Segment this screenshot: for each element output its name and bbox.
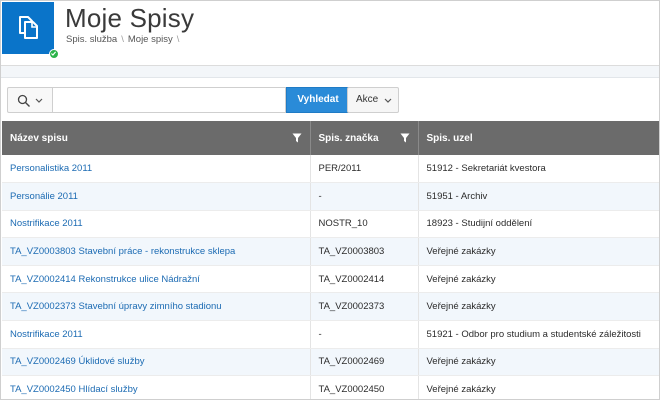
spis-name-link[interactable]: TA_VZ0003803 Stavební práce - rekonstruk… [2,237,311,266]
table-row: TA_VZ0002373 Stavební úpravy zimního sta… [2,292,659,322]
check-icon [51,51,56,56]
spis-node-cell: Veřejné zakázky [418,237,659,266]
app-window: Moje Spisy Spis. služba \ Moje spisy \ Vyhl… [0,0,660,400]
spis-node-cell: 51921 - Odbor pro studium a studentské z… [418,320,659,349]
actions-menu-button[interactable]: Akce [347,87,399,113]
spis-name-link[interactable]: TA_VZ0002373 Stavební úpravy zimního sta… [2,292,311,322]
actions-label: Akce [356,94,379,105]
search-group: Vyhledat [7,87,350,113]
report-table: Název spisu Spis. značka Spis. uzel Pers… [2,121,659,399]
report-toolbar: Vyhledat Akce [1,79,659,121]
spis-name-link[interactable]: Nostrifikace 2011 [2,210,311,239]
spis-mark-cell: NOSTR_10 [310,210,419,239]
filter-icon[interactable] [400,133,410,143]
breadcrumb-separator: \ [121,34,124,45]
spis-node-cell: Veřejné zakázky [418,265,659,294]
spis-node-cell: 18923 - Studijní oddělení [418,210,659,239]
table-row: Personálie 2011 - 51951 - Archiv [2,182,659,211]
spis-mark-cell: TA_VZ0002450 [310,375,419,399]
documents-icon [19,16,38,39]
spis-mark-cell: TA_VZ0002373 [310,292,419,322]
search-icon [17,94,30,107]
page-header: Moje Spisy Spis. služba \ Moje spisy \ [1,1,659,66]
spis-mark-cell: PER/2011 [310,155,419,184]
spis-node-cell: 51951 - Archiv [418,182,659,211]
table-row: Personalistika 2011 PER/2011 51912 - Sek… [2,155,659,184]
app-icon[interactable] [2,2,59,59]
status-badge [49,49,59,59]
table-header-row: Název spisu Spis. značka Spis. uzel [2,121,659,155]
column-header-label: Název spisu [10,132,68,144]
filter-icon[interactable] [292,133,302,143]
spis-mark-cell: TA_VZ0003803 [310,237,419,266]
table-row: TA_VZ0003803 Stavební práce - rekonstruk… [2,237,659,266]
search-button[interactable]: Vyhledat [286,87,350,113]
spis-node-cell: Veřejné zakázky [418,348,659,377]
spis-mark-cell: - [310,182,419,211]
chevron-down-icon [35,98,43,103]
spis-name-link[interactable]: TA_VZ0002450 Hlídací služby [2,375,311,399]
spis-mark-cell: - [310,320,419,349]
table-row: TA_VZ0002469 Úklidové služby TA_VZ000246… [2,348,659,377]
spis-name-link[interactable]: TA_VZ0002469 Úklidové služby [2,348,311,377]
spis-mark-cell: TA_VZ0002414 [310,265,419,294]
table-row: TA_VZ0002414 Rekonstrukce ulice Nádražní… [2,265,659,294]
table-row: Nostrifikace 2011 - 51921 - Odbor pro st… [2,320,659,349]
spis-name-link[interactable]: TA_VZ0002414 Rekonstrukce ulice Nádražní [2,265,311,294]
chevron-down-icon [384,98,392,103]
spis-name-link[interactable]: Personalistika 2011 [2,155,311,184]
column-header-nazev-spisu[interactable]: Název spisu [2,121,311,155]
breadcrumb: Spis. služba \ Moje spisy \ [66,34,183,45]
spis-node-cell: 51912 - Sekretariát kvestora [418,155,659,184]
page-title: Moje Spisy [65,3,195,33]
spis-mark-cell: TA_VZ0002469 [310,348,419,377]
spis-node-cell: Veřejné zakázky [418,292,659,322]
spis-name-link[interactable]: Personálie 2011 [2,182,311,211]
search-input[interactable] [52,87,286,113]
column-header-spis-uzel[interactable]: Spis. uzel [418,121,659,155]
breadcrumb-separator: \ [176,34,180,45]
column-header-label: Spis. značka [318,132,379,144]
search-column-selector[interactable] [7,87,52,113]
column-header-spis-znacka[interactable]: Spis. značka [310,121,419,155]
spis-name-link[interactable]: Nostrifikace 2011 [2,320,311,349]
header-subband [1,66,659,78]
table-row: TA_VZ0002450 Hlídací služby TA_VZ0002450… [2,375,659,399]
breadcrumb-item-spis-sluzba[interactable]: Spis. služba [66,34,117,45]
column-header-label: Spis. uzel [426,132,473,144]
spis-node-cell: Veřejné zakázky [418,375,659,399]
breadcrumb-item-moje-spisy[interactable]: Moje spisy [128,34,173,45]
table-row: Nostrifikace 2011 NOSTR_10 18923 - Studi… [2,210,659,239]
report-table-region: Název spisu Spis. značka Spis. uzel Pers… [2,121,659,399]
